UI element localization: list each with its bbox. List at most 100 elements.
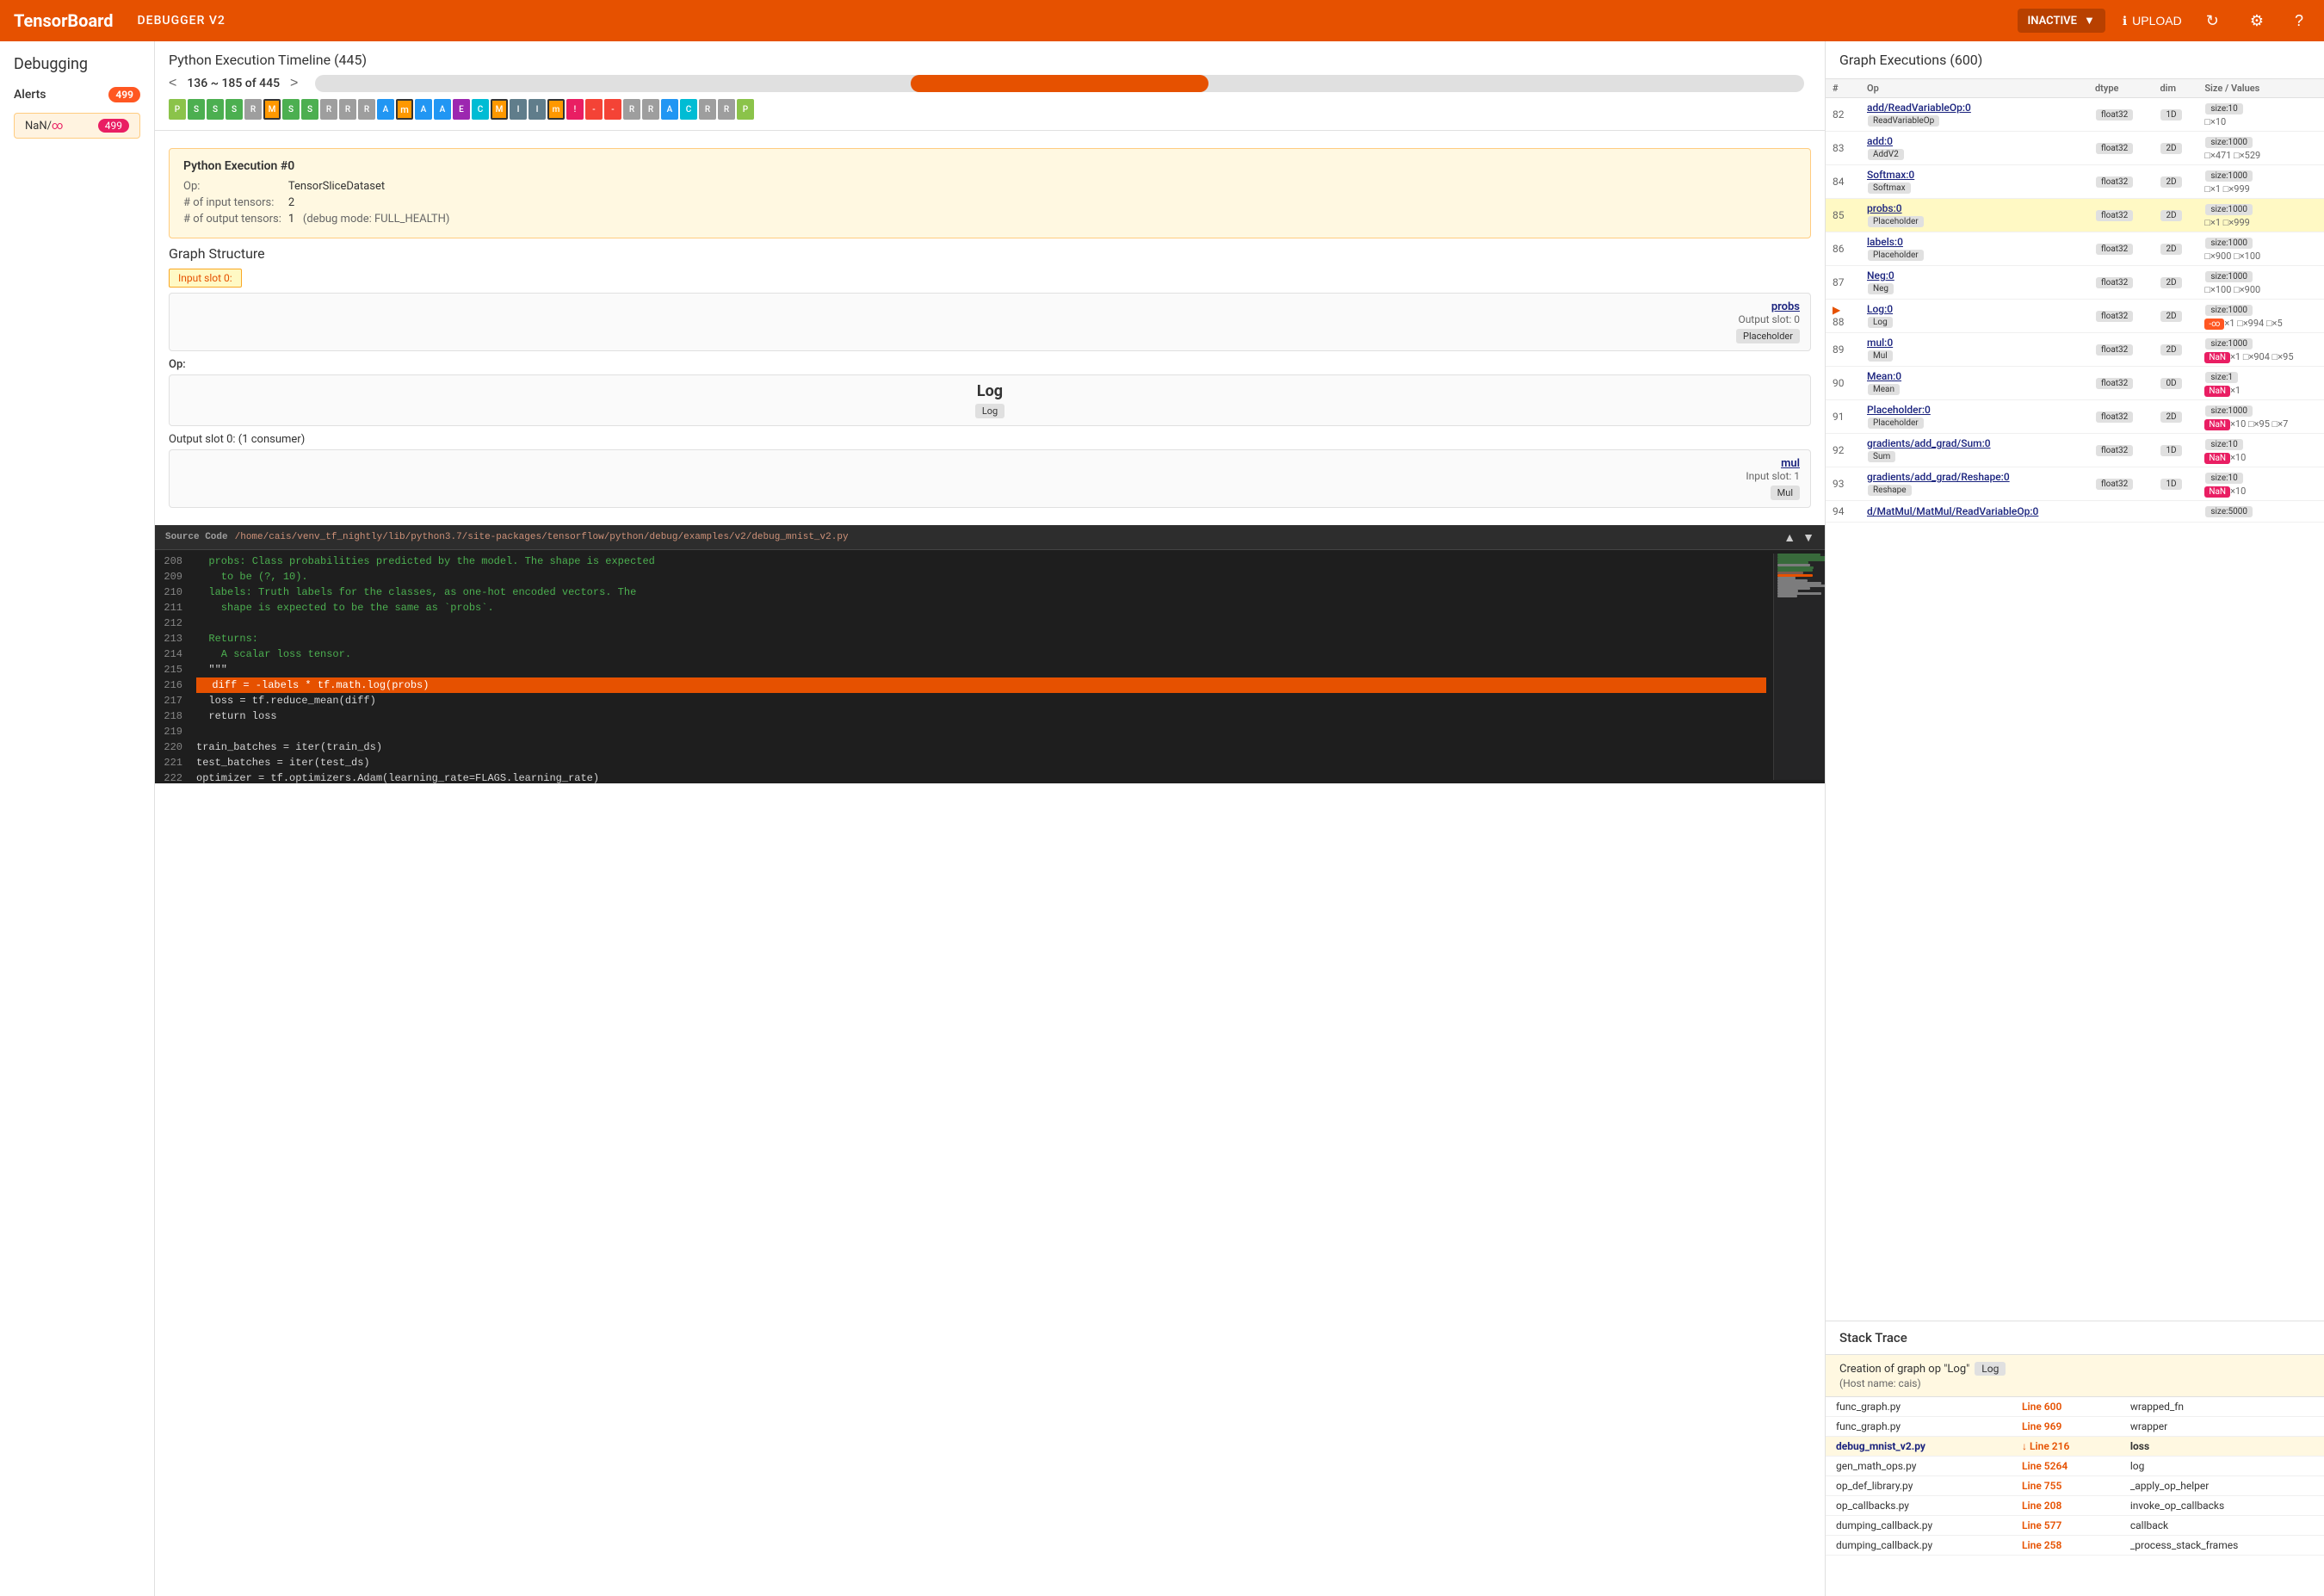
op-name-86[interactable]: labels:0 (1867, 236, 1903, 248)
line-ref-5[interactable]: Line 208 (2022, 1500, 2061, 1512)
table-row[interactable]: 84Softmax:0Softmaxfloat322Dsize:1000□×1 … (1826, 165, 2324, 199)
table-row[interactable]: 92gradients/add_grad/Sum:0Sumfloat321Dsi… (1826, 434, 2324, 467)
op-name-88[interactable]: Log:0 (1867, 303, 1893, 315)
timeline-chip-0[interactable]: P (169, 99, 186, 120)
timeline-chip-30[interactable]: P (737, 99, 754, 120)
line-ref-7[interactable]: Line 258 (2022, 1539, 2061, 1551)
timeline-chip-22[interactable]: - (585, 99, 603, 120)
nan-badge[interactable]: NaN/∞ 499 (14, 113, 140, 139)
table-row[interactable]: 85probs:0Placeholderfloat322Dsize:1000□×… (1826, 199, 2324, 232)
table-row[interactable]: 90Mean:0Meanfloat320Dsize:1NaN×1 (1826, 367, 2324, 400)
help-button[interactable]: ? (2288, 9, 2310, 34)
timeline-chip-15[interactable]: E (453, 99, 470, 120)
timeline-chip-20[interactable]: m (547, 99, 565, 120)
line-ref-4[interactable]: Line 755 (2022, 1480, 2061, 1492)
op-name-82[interactable]: add/ReadVariableOp:0 (1867, 102, 1971, 114)
table-row[interactable]: 87Neg:0Negfloat322Dsize:1000□×100 □×900 (1826, 266, 2324, 300)
table-row[interactable]: ▶ 88Log:0Logfloat322Dsize:1000-∞×1 □×994… (1826, 300, 2324, 333)
op-value: TensorSliceDataset (288, 178, 457, 195)
scrubber-thumb[interactable] (911, 75, 1208, 92)
stack-line-7[interactable]: Line 258 (2012, 1536, 2120, 1556)
timeline-chip-24[interactable]: R (623, 99, 640, 120)
input-op-name[interactable]: probs (180, 300, 1800, 313)
timeline-chip-12[interactable]: m (396, 99, 413, 120)
stack-op-badge[interactable]: Log (1975, 1362, 2006, 1376)
timeline-chip-10[interactable]: R (358, 99, 375, 120)
op-name-93[interactable]: gradients/add_grad/Reshape:0 (1867, 471, 2010, 483)
output-op-chip[interactable]: Mul (1771, 486, 1800, 500)
timeline-scrubber[interactable] (315, 75, 1804, 92)
op-name-90[interactable]: Mean:0 (1867, 370, 1901, 382)
timeline-chip-8[interactable]: R (320, 99, 337, 120)
status-dropdown[interactable]: INACTIVE ▼ (2018, 9, 2105, 33)
stack-line-5[interactable]: Line 208 (2012, 1496, 2120, 1516)
timeline-chip-4[interactable]: R (244, 99, 262, 120)
table-row[interactable]: 83add:0AddV2float322Dsize:1000□×471 □×52… (1826, 132, 2324, 165)
upload-button[interactable]: ℹ UPLOAD (2123, 14, 2182, 28)
size-detail-90: NaN×1 (2204, 385, 2241, 396)
stack-body[interactable]: func_graph.pyLine 600wrapped_fnfunc_grap… (1826, 1397, 2324, 1596)
nan-label: NaN/∞ (25, 120, 63, 133)
line-ref-3[interactable]: Line 5264 (2022, 1460, 2067, 1472)
table-row[interactable]: 91Placeholder:0Placeholderfloat322Dsize:… (1826, 400, 2324, 434)
refresh-button[interactable]: ↻ (2199, 9, 2226, 34)
op-name-87[interactable]: Neg:0 (1867, 269, 1894, 281)
line-ref-2[interactable]: Line 216 (2030, 1440, 2069, 1452)
stack-line-0[interactable]: Line 600 (2012, 1397, 2120, 1417)
op-name-92[interactable]: gradients/add_grad/Sum:0 (1867, 437, 1991, 449)
timeline-chip-19[interactable]: I (528, 99, 546, 120)
timeline-chip-23[interactable]: - (604, 99, 621, 120)
size-detail-87: □×100 □×900 (2204, 284, 2260, 295)
line-ref-0[interactable]: Line 600 (2022, 1401, 2061, 1413)
table-row[interactable]: 94d/MatMul/MatMul/ReadVariableOp:0size:5… (1826, 501, 2324, 523)
timeline-chip-6[interactable]: S (282, 99, 300, 120)
exec-table-container[interactable]: # Op dtype dim Size / Values 82add/ReadV… (1826, 79, 2324, 1321)
op-name-85[interactable]: probs:0 (1867, 202, 1902, 214)
table-row[interactable]: 86labels:0Placeholderfloat322Dsize:1000□… (1826, 232, 2324, 266)
settings-button[interactable]: ⚙ (2243, 9, 2271, 34)
timeline-chip-1[interactable]: S (188, 99, 205, 120)
op-type-83: AddV2 (1868, 149, 1904, 160)
timeline-chip-21[interactable]: ! (566, 99, 584, 120)
timeline-chip-11[interactable]: A (377, 99, 394, 120)
timeline-chip-17[interactable]: M (491, 99, 508, 120)
line-num-211: 211 (162, 600, 182, 616)
input-op-chip[interactable]: Placeholder (1736, 329, 1800, 343)
op-name-84[interactable]: Softmax:0 (1867, 169, 1914, 181)
op-name-94[interactable]: d/MatMul/MatMul/ReadVariableOp:0 (1867, 505, 2038, 517)
source-scroll-up[interactable]: ▲ (1783, 530, 1796, 544)
line-ref-1[interactable]: Line 969 (2022, 1420, 2061, 1432)
timeline-chip-27[interactable]: C (680, 99, 697, 120)
timeline-chip-26[interactable]: A (661, 99, 678, 120)
timeline-chip-18[interactable]: I (510, 99, 527, 120)
op-name-91[interactable]: Placeholder:0 (1867, 404, 1931, 416)
stack-line-4[interactable]: Line 755 (2012, 1476, 2120, 1496)
table-row[interactable]: 82add/ReadVariableOp:0ReadVariableOpfloa… (1826, 98, 2324, 132)
timeline-chip-7[interactable]: S (301, 99, 318, 120)
timeline-chip-3[interactable]: S (226, 99, 243, 120)
prev-button[interactable]: < (169, 76, 176, 91)
stack-line-3[interactable]: Line 5264 (2012, 1457, 2120, 1476)
timeline-chip-14[interactable]: A (434, 99, 451, 120)
line-ref-6[interactable]: Line 577 (2022, 1519, 2061, 1531)
source-scroll-down[interactable]: ▼ (1802, 530, 1814, 544)
table-row[interactable]: 93gradients/add_grad/Reshape:0Reshapeflo… (1826, 467, 2324, 501)
output-op-name[interactable]: mul (180, 457, 1800, 470)
timeline-chip-2[interactable]: S (207, 99, 224, 120)
table-row[interactable]: 89mul:0Mulfloat322Dsize:1000NaN×1 □×904 … (1826, 333, 2324, 367)
op-name-89[interactable]: mul:0 (1867, 337, 1893, 349)
timeline-chip-9[interactable]: R (339, 99, 356, 120)
timeline-chip-13[interactable]: A (415, 99, 432, 120)
stack-line-2[interactable]: ↓ Line 216 (2012, 1437, 2120, 1457)
col-num: # (1826, 79, 1860, 98)
timeline-chip-16[interactable]: C (472, 99, 489, 120)
stack-line-6[interactable]: Line 577 (2012, 1516, 2120, 1536)
current-op-chip[interactable]: Log (975, 404, 1004, 418)
next-button[interactable]: > (290, 76, 298, 91)
timeline-chip-25[interactable]: R (642, 99, 659, 120)
timeline-chip-5[interactable]: M (263, 99, 281, 120)
op-name-83[interactable]: add:0 (1867, 135, 1893, 147)
timeline-chip-28[interactable]: R (699, 99, 716, 120)
timeline-chip-29[interactable]: R (718, 99, 735, 120)
stack-line-1[interactable]: Line 969 (2012, 1417, 2120, 1437)
